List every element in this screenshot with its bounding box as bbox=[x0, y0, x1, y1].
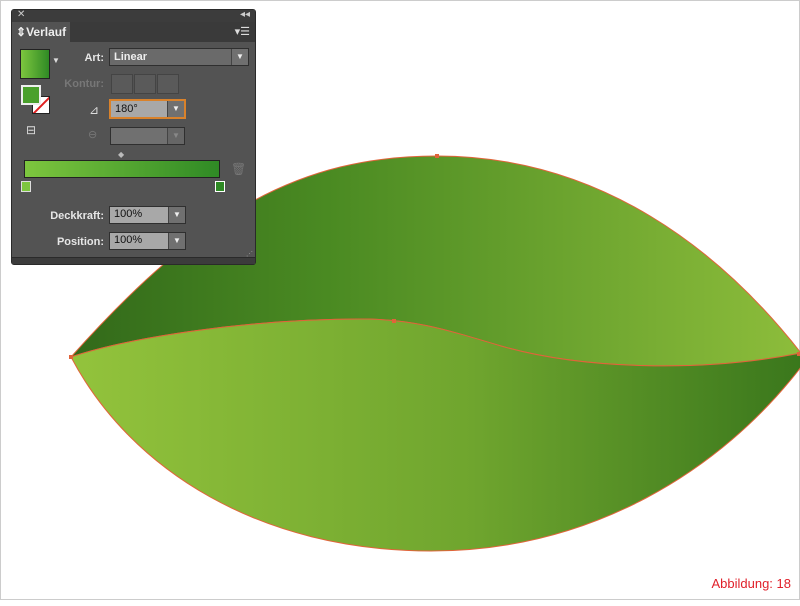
opacity-value: 100% bbox=[114, 208, 143, 220]
anchor-point[interactable] bbox=[69, 355, 73, 359]
anchor-point[interactable] bbox=[435, 154, 439, 158]
close-icon[interactable]: ✕ bbox=[17, 9, 25, 20]
color-stop-left[interactable] bbox=[21, 181, 31, 192]
aspect-ratio-input[interactable]: ▼ bbox=[110, 127, 185, 145]
stroke-along-button[interactable] bbox=[134, 74, 156, 94]
gradient-swatch[interactable] bbox=[20, 49, 50, 79]
midpoint-diamond-icon[interactable]: ◆ bbox=[118, 150, 124, 159]
panel-title: Verlauf bbox=[26, 25, 67, 39]
position-input[interactable]: 100% ▼ bbox=[109, 232, 186, 250]
gradient-panel: ✕ ◂◂ ⇕Verlauf ▾☰ ▼ ⊟ Art: Linear ▼ Kontur… bbox=[11, 9, 256, 265]
chevron-down-icon[interactable]: ▼ bbox=[231, 49, 248, 65]
fill-swatch[interactable] bbox=[21, 85, 41, 105]
angle-icon: ⊿ bbox=[89, 103, 100, 117]
updown-icon: ⇕ bbox=[16, 25, 27, 39]
tab-verlauf[interactable]: ⇕Verlauf bbox=[12, 22, 70, 42]
resize-grip-icon[interactable]: ⋰ bbox=[246, 250, 253, 258]
position-value: 100% bbox=[114, 234, 143, 246]
type-value: Linear bbox=[114, 51, 148, 63]
aspect-ratio-icon: ⊖ bbox=[88, 129, 98, 141]
chevron-down-icon[interactable]: ▼ bbox=[168, 233, 185, 249]
anchor-point[interactable] bbox=[392, 319, 396, 323]
figure-caption: Abbildung: 18 bbox=[711, 576, 791, 591]
stroke-across-button[interactable] bbox=[157, 74, 179, 94]
chevron-down-icon[interactable]: ▼ bbox=[167, 101, 184, 117]
gradient-slider[interactable] bbox=[24, 160, 220, 178]
kontur-label: Kontur: bbox=[64, 78, 104, 90]
angle-value: 180° bbox=[115, 103, 138, 115]
opacity-input[interactable]: 100% ▼ bbox=[109, 206, 186, 224]
type-select[interactable]: Linear ▼ bbox=[109, 48, 249, 66]
panel-titlebar[interactable]: ✕ ◂◂ bbox=[12, 9, 255, 22]
panel-menu-icon[interactable]: ▾☰ bbox=[235, 25, 250, 38]
collapse-icon[interactable]: ◂◂ bbox=[240, 9, 250, 20]
art-label: Art: bbox=[84, 52, 104, 64]
angle-input[interactable]: 180° ▼ bbox=[109, 99, 186, 119]
trash-icon[interactable]: 🗑 bbox=[231, 162, 246, 176]
panel-bottom-bar[interactable] bbox=[12, 257, 255, 264]
chevron-down-icon[interactable]: ▼ bbox=[167, 128, 184, 144]
stroke-within-button[interactable] bbox=[111, 74, 133, 94]
opacity-label: Deckkraft: bbox=[50, 210, 104, 222]
chevron-down-icon[interactable]: ▼ bbox=[168, 207, 185, 223]
reverse-gradient-icon[interactable]: ⊟ bbox=[26, 123, 36, 137]
color-stop-right[interactable] bbox=[215, 181, 225, 192]
position-label: Position: bbox=[56, 236, 104, 248]
